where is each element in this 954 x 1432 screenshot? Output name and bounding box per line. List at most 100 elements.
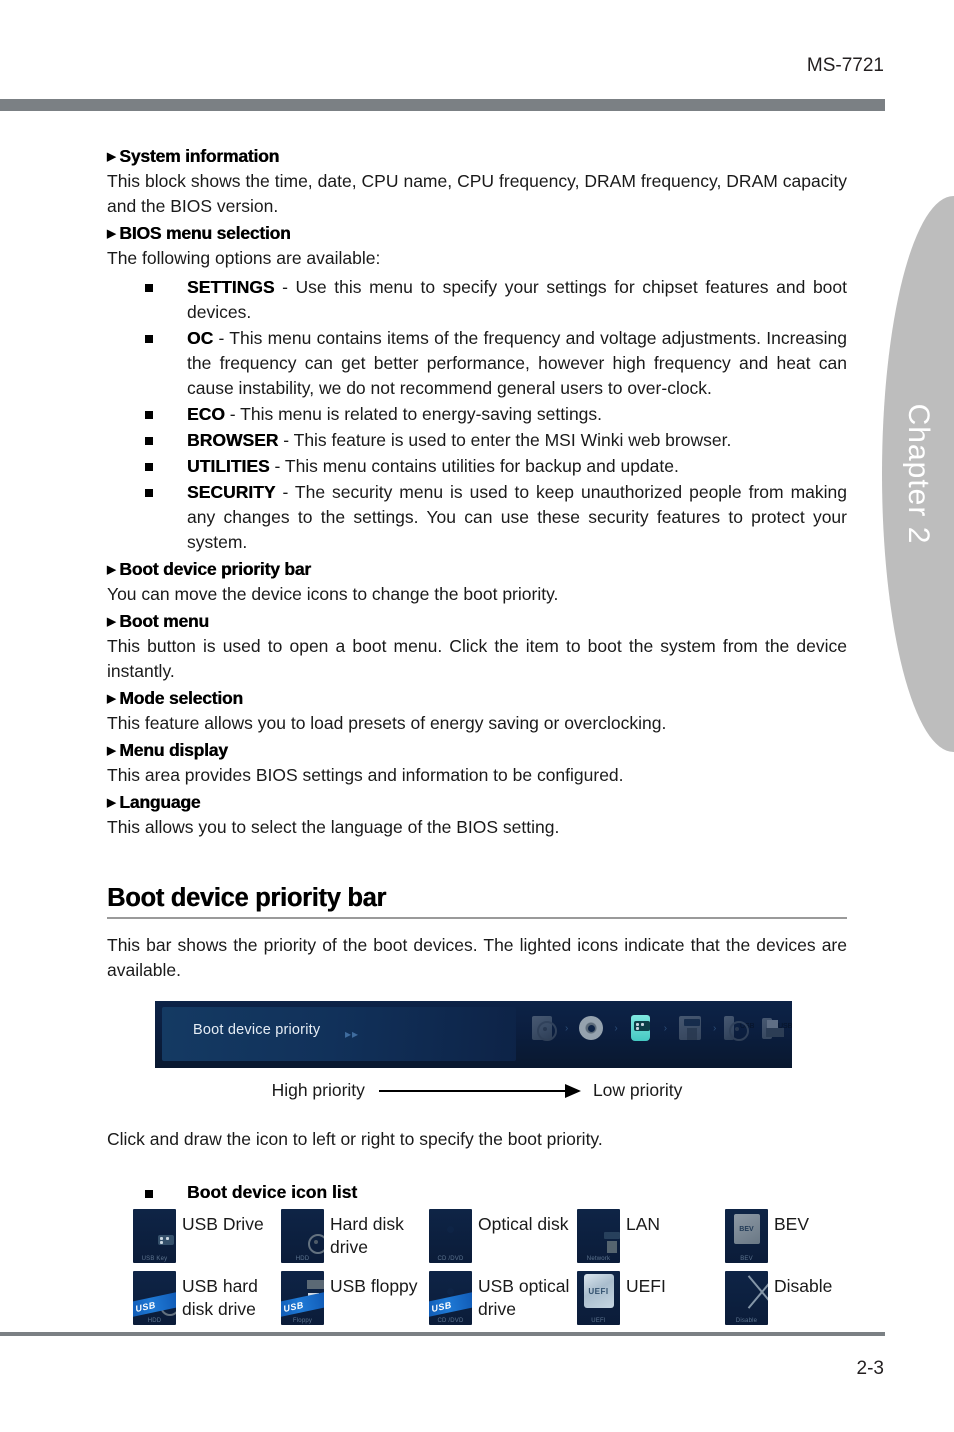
- usb-band-label: USB: [429, 1290, 472, 1319]
- chevron-separator-icon: ›: [565, 1022, 569, 1034]
- tile-caption: HDD: [295, 1256, 310, 1262]
- menu-item-term: SECURITY: [187, 482, 276, 502]
- tile-caption: Disable: [735, 1318, 758, 1324]
- icon-cell-hard-disk-drive: HDD Hard disk drive: [281, 1209, 429, 1263]
- header-divider-bar: [0, 99, 885, 111]
- subheading-label: System information: [119, 146, 280, 166]
- list-item: UTILITIES - This menu contains utilities…: [107, 454, 847, 479]
- list-item: BROWSER - This feature is used to enter …: [107, 428, 847, 453]
- page-content: ▶ System information This block shows th…: [107, 146, 847, 1325]
- tile-usb-floppy: USB Floppy: [281, 1271, 324, 1325]
- icon-cell-lan: Network LAN: [577, 1209, 725, 1263]
- tile-uefi: UEFI UEFI: [577, 1271, 620, 1325]
- model-code: MS-7721: [806, 55, 884, 76]
- tile-caption: Floppy: [292, 1318, 313, 1324]
- square-bullet-icon: [145, 437, 153, 445]
- subheading-label: Menu display: [119, 740, 228, 760]
- chevron-separator-icon: ›: [713, 1022, 717, 1034]
- square-bullet-icon: [145, 489, 153, 497]
- subheading-label: Language: [119, 792, 201, 812]
- square-bullet-icon: [145, 463, 153, 471]
- bar-icon-hard-disk-drive[interactable]: [527, 1009, 557, 1047]
- icon-list-title: Boot device icon list: [107, 1182, 847, 1203]
- icon-cell-usb-hard-disk-drive: USB HDD USB hard disk drive: [133, 1271, 281, 1325]
- uefi-badge: UEFI: [583, 1274, 614, 1308]
- chevron-right-icon: ▸▸: [345, 1027, 360, 1041]
- bios-menu-item-list: SETTINGS - Use this menu to specify your…: [107, 275, 847, 555]
- bar-icon-usb-hard-disk-drive[interactable]: USB: [724, 1009, 754, 1047]
- bev-badge: BEV: [733, 1214, 760, 1244]
- boot-device-priority-bar-widget[interactable]: Boot device priority ▸▸ › › › › USB: [155, 1001, 792, 1068]
- tile-caption: Network: [586, 1256, 611, 1262]
- page-number: 2-3: [856, 1358, 884, 1379]
- menu-item-desc: - This menu is related to energy-saving …: [224, 404, 603, 424]
- subheading-system-information: ▶ System information: [107, 146, 847, 167]
- tile-caption: CD /DVD: [437, 1256, 464, 1262]
- icon-cell-bev: BEV BEV BEV: [725, 1209, 873, 1263]
- icon-caption: LAN: [626, 1214, 661, 1234]
- tile-hard-disk-drive: HDD: [281, 1209, 324, 1263]
- tile-usb-hard-disk-drive: USB HDD: [133, 1271, 176, 1325]
- icon-cell-optical-disk: CD /DVD Optical disk: [429, 1209, 577, 1263]
- menu-item-desc: - This menu contains utilities for backu…: [269, 456, 679, 476]
- icon-caption: Disable: [774, 1276, 833, 1296]
- icon-caption: BEV: [774, 1214, 810, 1234]
- subheading-bios-menu-selection: ▶ BIOS menu selection: [107, 223, 847, 244]
- bar-icon-usb-drive[interactable]: [626, 1009, 656, 1047]
- priority-direction-legend: High priority Low priority: [107, 1080, 847, 1101]
- tile-lan: Network: [577, 1209, 620, 1263]
- paragraph-menu-display: This area provides BIOS settings and inf…: [107, 765, 624, 785]
- priority-bar-device-icons: › › › › USB: [527, 1009, 792, 1047]
- subheading-label: Boot device priority bar: [119, 559, 311, 579]
- icon-caption: Hard disk drive: [330, 1214, 404, 1257]
- menu-item-term: BROWSER: [187, 430, 279, 450]
- tile-caption: HDD: [147, 1318, 162, 1324]
- menu-item-desc: - This feature is used to enter the MSI …: [278, 430, 732, 450]
- list-item: SETTINGS - Use this menu to specify your…: [107, 275, 847, 325]
- triangle-bullet-icon: ▶: [107, 151, 116, 163]
- high-priority-label: High priority: [271, 1080, 365, 1100]
- icon-cell-usb-optical-drive: USB CD /DVD USB optical drive: [429, 1271, 577, 1325]
- priority-bar-label: Boot device priority: [193, 1022, 321, 1038]
- bar-icon-usb-floppy[interactable]: USB: [762, 1009, 792, 1047]
- section-title-boot-device-priority-bar: Boot device priority bar: [107, 884, 387, 912]
- icon-caption: USB optical drive: [478, 1276, 570, 1319]
- bar-icon-optical-disk[interactable]: [576, 1009, 606, 1047]
- menu-item-desc: - This menu contains items of the freque…: [187, 328, 847, 398]
- paragraph-click-note: Click and draw the icon to left or right…: [107, 1129, 603, 1149]
- icon-caption: UEFI: [626, 1276, 666, 1296]
- subheading-boot-device-priority-bar: ▶ Boot device priority bar: [107, 559, 847, 580]
- paragraph-section-intro: This bar shows the priority of the boot …: [107, 935, 847, 980]
- subheading-boot-menu: ▶ Boot menu: [107, 611, 847, 632]
- subheading-label: Boot menu: [119, 611, 209, 631]
- icon-cell-usb-floppy: USB Floppy USB floppy: [281, 1271, 429, 1325]
- tile-caption: BEV: [740, 1256, 753, 1262]
- subheading-menu-display: ▶ Menu display: [107, 740, 847, 761]
- footer-divider: [0, 1332, 885, 1336]
- bar-icon-lan[interactable]: [675, 1009, 705, 1047]
- square-bullet-icon: [145, 411, 153, 419]
- section-divider: [107, 917, 847, 919]
- chapter-tab: Chapter 2: [882, 196, 954, 752]
- paragraph-boot-device-priority-bar: You can move the device icons to change …: [107, 584, 559, 604]
- list-item: OC - This menu contains items of the fre…: [107, 326, 847, 401]
- boot-device-icon-grid: USB Key USB Drive HDD Hard disk drive CD…: [133, 1209, 873, 1325]
- tile-bev: BEV BEV: [725, 1209, 768, 1263]
- chapter-tab-label: Chapter 2: [902, 403, 935, 545]
- menu-item-term: SETTINGS: [187, 277, 275, 297]
- menu-item-desc: - The security menu is used to keep unau…: [187, 482, 847, 552]
- tile-disable: Disable: [725, 1271, 768, 1325]
- paragraph-system-information: This block shows the time, date, CPU nam…: [107, 171, 847, 216]
- menu-item-term: ECO: [187, 404, 225, 424]
- tile-usb-drive: USB Key: [133, 1209, 176, 1263]
- subheading-mode-selection: ▶ Mode selection: [107, 688, 847, 709]
- menu-item-term: OC: [187, 328, 214, 348]
- chevron-separator-icon: ›: [614, 1022, 618, 1034]
- icon-cell-uefi: UEFI UEFI UEFI: [577, 1271, 725, 1325]
- triangle-bullet-icon: ▶: [107, 745, 116, 757]
- tile-caption: CD /DVD: [437, 1318, 464, 1324]
- paragraph-language: This allows you to select the language o…: [107, 817, 560, 837]
- chevron-separator-icon: ›: [663, 1022, 668, 1034]
- triangle-bullet-icon: ▶: [107, 797, 116, 809]
- square-bullet-icon: [145, 284, 153, 292]
